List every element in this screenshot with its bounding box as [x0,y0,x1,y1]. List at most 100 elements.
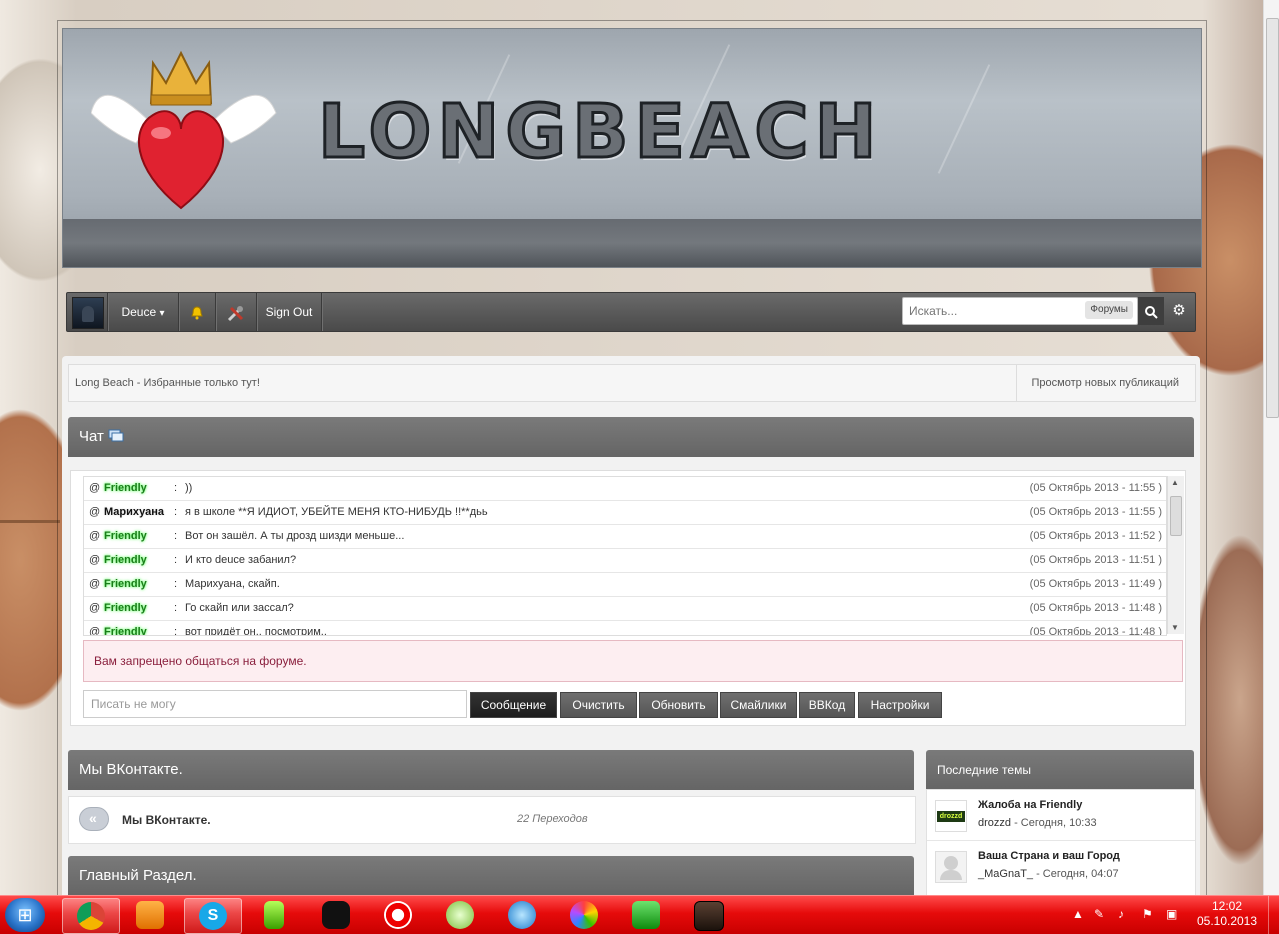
topic-time: - Сегодня, 10:33 [1011,817,1097,829]
main-section-title[interactable]: Главный Раздел. [79,856,197,896]
settings-button[interactable]: ⚙ [1166,297,1192,325]
site-banner[interactable]: LONGBEACH [62,28,1202,268]
search-input[interactable] [907,301,1081,321]
scroll-up-icon[interactable]: ▲ [1171,478,1179,487]
clear-chat-button[interactable]: Очистить [560,692,637,718]
moderation-tools-button[interactable] [216,293,257,331]
chat-message-text: вот придёт он.. посмотрим.. [185,626,327,636]
skype-icon: S [199,902,227,930]
topic-title-link[interactable]: Жалоба на Friendly [978,799,1082,811]
taskbar-chrome[interactable] [62,898,120,934]
vk-redirect-count: 22 Переходов [517,813,588,825]
topic-author-link[interactable]: _MaGnaT_ [978,868,1033,880]
mention-button[interactable]: @ [89,621,100,635]
search-scope-button[interactable]: Форумы [1085,301,1133,319]
utility-icon [446,901,474,929]
chat-scrollbar[interactable]: ▲ ▼ [1167,476,1184,634]
chat-scroll-thumb[interactable] [1170,496,1182,536]
avatar[interactable] [935,851,967,883]
chat-timestamp: (05 Октябрь 2013 - 11:55 ) [1029,482,1162,494]
vk-link-title[interactable]: Мы ВКонтакте. [122,813,211,827]
banner-lower-band [63,219,1201,267]
chat-timestamp: (05 Октябрь 2013 - 11:55 ) [1029,506,1162,518]
user-menu-button[interactable]: Deuce ▾ [108,293,179,331]
chat-nick[interactable]: Friendly [104,525,147,547]
sign-out-button[interactable]: Sign Out [257,293,322,331]
popup-window-icon[interactable] [108,429,124,443]
page-scrollbar[interactable] [1263,0,1279,895]
taskbar-skype[interactable]: S [184,898,242,934]
taskbar-network[interactable] [494,898,550,932]
chat-message-text: Го скайп или зассал? [185,602,294,614]
chat-timestamp: (05 Октябрь 2013 - 11:48 ) [1029,602,1162,614]
chat-nick[interactable]: Марихуана [104,501,164,523]
taskbar-qip[interactable] [618,898,674,932]
taskbar-downloader[interactable] [370,898,426,932]
chat-nick[interactable]: Friendly [104,621,147,635]
chat-nick[interactable]: Friendly [104,477,147,499]
chat-messages-list[interactable]: @ Friendly:)) (05 Октябрь 2013 - 11:55 ) @ М… [83,476,1167,636]
search-box: Форумы [902,297,1138,325]
chat-header: Чат [68,417,1194,457]
winged-heart-logo-icon [91,50,277,210]
flag-icon[interactable]: ⚑ [1142,907,1153,921]
chat-settings-button[interactable]: Настройки [858,692,942,718]
chat-message-input[interactable]: Писать не могу [83,690,467,718]
chat-title: Чат [79,417,124,457]
chat-message-text: я в школе **Я ИДИОТ, УБЕЙТЕ МЕНЯ КТО-НИБ… [185,506,488,518]
show-desktop-button[interactable] [1268,896,1279,934]
chevron-up-icon[interactable]: ▲ [1072,907,1084,921]
chat-nick[interactable]: Friendly [104,573,147,595]
taskbar-app-green[interactable] [246,898,302,932]
speaker-icon[interactable]: ♪ [1118,907,1124,921]
vk-section-title[interactable]: Мы ВКонтакте. [79,750,183,790]
taskbar-clock[interactable]: 12:02 05.10.2013 [1192,899,1262,929]
chat-denied-text: Вам запрещено общаться на форуме. [94,654,307,668]
mention-button[interactable]: @ [89,501,100,523]
bbcode-button[interactable]: BBКод [799,692,855,718]
site-logo-text: LONGBEACH [317,88,883,177]
vk-forum-row: Мы ВКонтакте. 22 Переходов [68,796,916,844]
notifications-button[interactable] [179,293,216,331]
taskbar-utility[interactable] [432,898,488,932]
send-message-button[interactable]: Сообщение [470,692,557,718]
separator: : [174,506,178,518]
mention-button[interactable]: @ [89,477,100,499]
breadcrumb-home-link[interactable]: Long Beach - Избранные только тут! [75,377,260,389]
separator: : [174,530,178,542]
mention-button[interactable]: @ [89,525,100,547]
page-scroll-thumb[interactable] [1266,18,1279,418]
search-button[interactable] [1138,297,1164,325]
separator: : [174,578,178,590]
chat-timestamp: (05 Октябрь 2013 - 11:52 ) [1029,530,1162,542]
scroll-down-icon[interactable]: ▼ [1171,623,1179,632]
chrome-icon [77,902,105,930]
chat-message-row: @ Friendly: И кто deuce забанил? (05 Октябр… [84,549,1166,573]
chat-message-row: @ Friendly: Го скайп или зассал? (05 Октябр… [84,597,1166,621]
clock-date: 05.10.2013 [1196,914,1258,928]
taskbar-colorful[interactable] [556,898,612,932]
view-new-posts-link[interactable]: Просмотр новых публикаций [1016,365,1195,401]
network-tray-icon[interactable]: ▣ [1166,907,1177,921]
topic-title-link[interactable]: Ваша Страна и ваш Город [978,850,1120,862]
mention-button[interactable]: @ [89,597,100,619]
taskbar-game[interactable] [680,898,736,932]
avatar [72,297,104,329]
chat-nick[interactable]: Friendly [104,549,147,571]
topic-author-link[interactable]: drozzd [978,817,1011,829]
taskbar-panda[interactable] [308,898,364,932]
mention-button[interactable]: @ [89,573,100,595]
mention-button[interactable]: @ [89,549,100,571]
green-app-icon [264,901,284,929]
start-button[interactable] [5,898,45,932]
network-icon [508,901,536,929]
pen-icon[interactable]: ✎ [1094,907,1104,921]
refresh-chat-button[interactable]: Обновить [639,692,718,718]
smilies-button[interactable]: Смайлики [720,692,797,718]
chat-timestamp: (05 Октябрь 2013 - 11:49 ) [1029,578,1162,590]
taskbar-media-player[interactable] [122,898,178,932]
avatar[interactable] [935,800,967,832]
user-avatar-link[interactable] [67,293,108,331]
bell-icon [191,306,203,320]
chat-nick[interactable]: Friendly [104,597,147,619]
